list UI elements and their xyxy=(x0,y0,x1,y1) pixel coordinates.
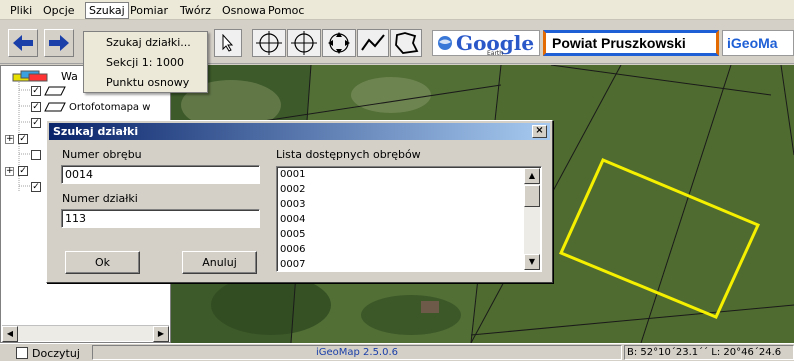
scroll-right-icon[interactable]: ▶ xyxy=(153,326,169,342)
tree-item-ortofoto[interactable]: ✓ Ortofotomapa w xyxy=(31,99,150,115)
scroll-down-icon[interactable]: ▼ xyxy=(524,254,540,270)
list-item[interactable]: 0001 xyxy=(280,168,305,182)
tree-root[interactable]: Wa xyxy=(11,68,78,84)
numer-obrebu-label: Numer obrębu xyxy=(62,148,142,161)
layer-checkbox[interactable]: ✓ xyxy=(31,86,41,96)
arrow-right-icon xyxy=(49,35,69,51)
powiat-label: Powiat Pruszkowski xyxy=(552,35,686,51)
pan-arrows-icon xyxy=(328,32,350,54)
globe-icon xyxy=(438,36,452,50)
menu-item-szukaj-dzialki[interactable]: Szukaj działki... xyxy=(84,33,207,53)
pointer-tool-button[interactable] xyxy=(214,29,242,57)
zoom-in-tool-button[interactable] xyxy=(252,29,286,57)
app-version: iGeoMap 2.5.0.6 xyxy=(315,347,399,358)
numer-dzialki-label: Numer działki xyxy=(62,192,138,205)
layer-checkbox[interactable] xyxy=(31,150,41,160)
dialog-title: Szukaj działki xyxy=(53,125,139,138)
layer-checkbox[interactable]: ✓ xyxy=(31,102,41,112)
numer-dzialki-input[interactable] xyxy=(61,209,260,228)
menu-pliki[interactable]: Pliki xyxy=(10,4,32,17)
numer-obrebu-input[interactable] xyxy=(61,165,260,184)
scroll-left-icon[interactable]: ◀ xyxy=(2,326,18,342)
layer-checkbox[interactable]: ✓ xyxy=(31,182,41,192)
dialog-title-bar[interactable]: Szukaj działki × xyxy=(49,123,550,140)
menu-item-punktu-osnowy[interactable]: Punktu osnowy xyxy=(84,73,207,93)
zoom-out-tool-button[interactable] xyxy=(287,29,321,57)
layer-icon xyxy=(44,86,66,96)
menu-bar: Pliki Opcje Szukaj Pomiar Twórz Osnowa P… xyxy=(0,0,794,20)
measure-area-button[interactable] xyxy=(390,29,422,57)
scroll-thumb[interactable] xyxy=(524,185,540,207)
menu-item-sekcji[interactable]: Sekcji 1: 1000 xyxy=(84,53,207,73)
igeomap-button[interactable]: iGeoMa xyxy=(722,30,794,56)
list-item[interactable]: 0005 xyxy=(280,228,305,242)
polygon-icon xyxy=(395,32,419,54)
google-earth-button[interactable]: Google Earth xyxy=(432,30,540,57)
menu-szukaj[interactable]: Szukaj xyxy=(85,2,129,19)
crosshair-minus-icon xyxy=(291,31,317,55)
doczytuj-checkbox[interactable] xyxy=(16,347,28,359)
scroll-up-icon[interactable]: ▲ xyxy=(524,168,540,184)
lista-obrebow-label: Lista dostępnych obrębów xyxy=(276,148,421,161)
listbox-scrollbar[interactable]: ▲ ▼ xyxy=(524,168,540,270)
szukaj-dzialki-dialog: Szukaj działki × Numer obrębu Numer dzia… xyxy=(46,120,553,283)
google-earth-sublabel: Earth xyxy=(487,50,504,57)
back-button[interactable] xyxy=(8,29,38,57)
menu-opcje[interactable]: Opcje xyxy=(43,4,75,17)
arrow-left-icon xyxy=(13,35,33,51)
layer-checkbox[interactable]: ✓ xyxy=(31,118,41,128)
tree-item-5[interactable] xyxy=(31,147,41,163)
tree-item-label: Ortofotomapa w xyxy=(69,101,151,113)
coordinates-readout: B: 52°10´23.1´´ L: 20°46´24.6 xyxy=(627,347,782,358)
tree-item-7[interactable]: ✓ xyxy=(31,179,41,195)
pan-tool-button[interactable] xyxy=(322,29,356,57)
cursor-arrow-icon xyxy=(222,34,234,52)
tree-item-4[interactable]: + ✓ xyxy=(5,131,28,147)
close-icon[interactable]: × xyxy=(532,125,547,138)
list-item[interactable]: 0002 xyxy=(280,183,305,197)
version-panel: iGeoMap 2.5.0.6 xyxy=(92,345,622,360)
tree-item-6[interactable]: + ✓ xyxy=(5,163,28,179)
tree-item-1[interactable]: ✓ xyxy=(31,83,66,99)
menu-pomiar[interactable]: Pomiar xyxy=(130,4,168,17)
tree-root-label: Wa xyxy=(61,69,78,83)
expand-plus-icon[interactable]: + xyxy=(5,166,14,176)
cancel-button[interactable]: Anuluj xyxy=(182,251,257,274)
measure-line-button[interactable] xyxy=(357,29,389,57)
list-item[interactable]: 0004 xyxy=(280,213,305,227)
ok-button[interactable]: Ok xyxy=(65,251,140,274)
menu-osnowa[interactable]: Osnowa xyxy=(222,4,266,17)
tree-item-3[interactable]: ✓ xyxy=(31,115,41,131)
crosshair-plus-icon xyxy=(256,31,282,55)
menu-pomoc[interactable]: Pomoc xyxy=(268,4,304,17)
tree-horizontal-scrollbar[interactable]: ◀ ▶ xyxy=(2,325,169,342)
polyline-icon xyxy=(361,34,385,51)
list-item[interactable]: 0007 xyxy=(280,258,305,271)
szukaj-dropdown: Szukaj działki... Sekcji 1: 1000 Punktu … xyxy=(83,31,208,93)
layer-checkbox[interactable]: ✓ xyxy=(18,166,28,176)
expand-plus-icon[interactable]: + xyxy=(5,134,14,144)
forward-button[interactable] xyxy=(44,29,74,57)
powiat-pruszkowski-button[interactable]: Powiat Pruszkowski xyxy=(543,30,719,56)
layer-checkbox[interactable]: ✓ xyxy=(18,134,28,144)
coordinates-panel: B: 52°10´23.1´´ L: 20°46´24.6 xyxy=(624,345,794,360)
doczytuj-label: Doczytuj xyxy=(32,347,80,360)
igeomap-label: iGeoMa xyxy=(727,35,778,51)
layer-icon xyxy=(44,102,66,112)
menu-tworz[interactable]: Twórz xyxy=(180,4,211,17)
list-item[interactable]: 0006 xyxy=(280,243,305,257)
obreby-listbox[interactable]: 0001 0002 0003 0004 0005 0006 0007 ▲ ▼ xyxy=(276,166,542,272)
status-bar: Doczytuj iGeoMap 2.5.0.6 B: 52°10´23.1´´… xyxy=(0,343,794,361)
list-item[interactable]: 0003 xyxy=(280,198,305,212)
layers-icon xyxy=(12,70,48,82)
